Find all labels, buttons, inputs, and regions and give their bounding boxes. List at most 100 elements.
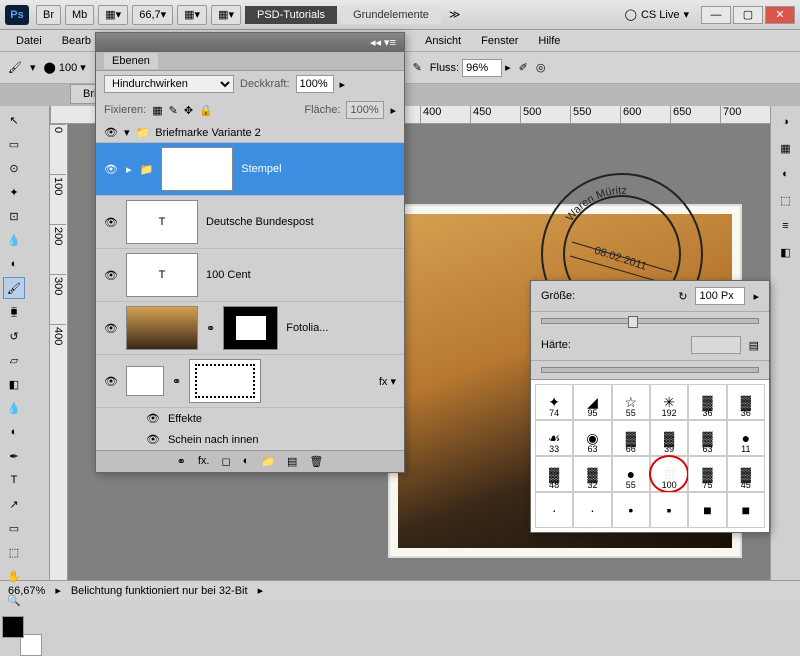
cslive-label[interactable]: CS Live (641, 9, 680, 21)
layers-panel-icon[interactable]: ≡ (774, 214, 798, 238)
group-icon[interactable]: 📁 (261, 455, 275, 468)
brush-preset[interactable]: ▪ (650, 492, 688, 528)
link-icon[interactable]: ⚭ (172, 375, 181, 388)
reset-icon[interactable]: ↻ (678, 290, 687, 303)
zoom-tool[interactable]: 🔍 (3, 589, 25, 611)
target-icon[interactable]: ◎ (536, 61, 546, 74)
type-tool[interactable]: T (3, 469, 25, 491)
flow-input[interactable] (462, 59, 502, 77)
menu-ansicht[interactable]: Ansicht (417, 33, 469, 49)
airbrush-toggle[interactable]: ✐ (519, 61, 528, 74)
brush-preset[interactable]: ●55 (612, 456, 650, 492)
hardness-slider[interactable] (541, 367, 759, 373)
size-slider[interactable] (541, 318, 759, 324)
lasso-tool[interactable]: ⊙ (3, 157, 25, 179)
layer-group[interactable]: 👁 ▾ 📁 Briefmarke Variante 2 (96, 123, 404, 143)
layer-thumb[interactable] (126, 366, 164, 396)
layer-mask[interactable] (223, 306, 278, 350)
heal-tool[interactable]: ◐ (3, 253, 25, 275)
minimize-button[interactable]: — (701, 6, 731, 24)
flyout-icon[interactable]: ▸ (753, 290, 759, 303)
brush-preset[interactable]: ▓63 (688, 420, 726, 456)
brush-preset[interactable]: ◉63 (573, 420, 611, 456)
close-button[interactable]: ✕ (765, 6, 795, 24)
path-tool[interactable]: ↗ (3, 493, 25, 515)
marquee-tool[interactable]: ▭ (3, 133, 25, 155)
swatches-panel-icon[interactable]: ▦ (774, 136, 798, 160)
brush-preset[interactable]: ■ (727, 492, 765, 528)
gradient-tool[interactable]: ◧ (3, 373, 25, 395)
move-tool[interactable]: ↖ (3, 109, 25, 131)
layer-thumb[interactable]: T (126, 253, 198, 297)
visibility-icon[interactable]: 👁 (104, 163, 118, 176)
hand-tool[interactable]: ✋ (3, 565, 25, 587)
opacity-input[interactable] (296, 75, 334, 93)
pen-tool[interactable]: ✒ (3, 445, 25, 467)
brush-preset[interactable]: · (535, 492, 573, 528)
history-brush[interactable]: ↺ (3, 325, 25, 347)
layer-name[interactable]: 100 Cent (206, 269, 396, 281)
collapse-icon[interactable]: ▾ (124, 126, 130, 139)
styles-panel-icon[interactable]: ⬚ (774, 188, 798, 212)
layer-mask[interactable] (189, 359, 261, 403)
workspace-psd[interactable]: PSD-Tutorials (245, 6, 337, 24)
menu-hilfe[interactable]: Hilfe (530, 33, 568, 49)
panel-header[interactable]: ◂◂ ▾≡ (96, 33, 404, 52)
brush-preset[interactable]: ▓39 (650, 420, 688, 456)
brush-preset-selected[interactable]: ░100 (650, 456, 688, 492)
brush-preset[interactable]: • (612, 492, 650, 528)
minibridge-button[interactable]: Mb (65, 5, 94, 25)
adjustment-icon[interactable]: ◐ (243, 455, 250, 468)
layer-name[interactable]: Stempel (241, 163, 396, 175)
brush-tool-icon[interactable]: 🖌 (8, 61, 22, 74)
brush-preset[interactable]: ▓32 (573, 456, 611, 492)
link-layers-icon[interactable]: ⚭ (177, 455, 186, 468)
layer-100cent[interactable]: 👁 T 100 Cent (96, 249, 404, 302)
visibility-icon[interactable]: 👁 (146, 433, 160, 446)
menu-bearbeiten[interactable]: Bearb (54, 33, 99, 49)
lock-all[interactable]: 🔒 (199, 104, 213, 117)
trash-icon[interactable]: 🗑 (309, 455, 323, 468)
color-swatches[interactable] (2, 616, 42, 656)
visibility-icon[interactable]: 👁 (146, 412, 160, 425)
screen-mode-button[interactable]: ▦▾ (98, 5, 128, 25)
shape-tool[interactable]: ▭ (3, 517, 25, 539)
lock-pixels[interactable]: ✎ (169, 104, 178, 117)
effects-row[interactable]: 👁 Effekte (96, 408, 404, 429)
visibility-icon[interactable]: 👁 (104, 126, 118, 139)
fill-input[interactable] (346, 101, 384, 119)
fx-icon[interactable]: fx. (198, 455, 210, 468)
brush-preset[interactable]: ▓66 (612, 420, 650, 456)
brush-preset[interactable]: ▓48 (535, 456, 573, 492)
eraser-tool[interactable]: ▱ (3, 349, 25, 371)
panel-menu-icon[interactable]: ◂◂ ▾≡ (370, 36, 396, 49)
wand-tool[interactable]: ✦ (3, 181, 25, 203)
brush-preset[interactable]: ■ (688, 492, 726, 528)
brush-preset[interactable]: ☆55 (612, 384, 650, 420)
brush-preset[interactable]: ▓36 (688, 384, 726, 420)
hardness-input[interactable] (691, 336, 741, 354)
tablet-icon[interactable]: ✎ (413, 61, 422, 74)
brush-preset[interactable]: ✳192 (650, 384, 688, 420)
lock-position[interactable]: ✥ (184, 104, 193, 117)
visibility-icon[interactable]: 👁 (104, 375, 118, 388)
layer-name[interactable]: Fotolia... (286, 322, 396, 334)
lock-transparency[interactable]: ▦ (152, 104, 162, 117)
layer-frame[interactable]: 👁 ⚭ fx ▾ (96, 355, 404, 408)
layer-thumb[interactable] (161, 147, 233, 191)
visibility-icon[interactable]: 👁 (104, 216, 118, 229)
brush-tool[interactable]: 🖌 (3, 277, 25, 299)
mask-icon[interactable]: ◻ (221, 455, 230, 468)
crop-tool[interactable]: ⊡ (3, 205, 25, 227)
brush-preset[interactable]: ☙33 (535, 420, 573, 456)
zoom-field[interactable]: 66,7 ▾ (132, 5, 173, 25)
dodge-tool[interactable]: ◐ (3, 421, 25, 443)
layer-thumb[interactable] (126, 306, 198, 350)
group-name[interactable]: Briefmarke Variante 2 (155, 127, 261, 139)
fx-badge[interactable]: fx ▾ (379, 375, 396, 388)
layer-bundespost[interactable]: 👁 T Deutsche Bundespost (96, 196, 404, 249)
brush-preset[interactable]: ▓36 (727, 384, 765, 420)
workspace-grund[interactable]: Grundelemente (341, 6, 441, 24)
new-layer-icon[interactable]: ▤ (287, 455, 297, 468)
brush-preset[interactable]: ⬤ 100 ▾ (44, 61, 86, 74)
